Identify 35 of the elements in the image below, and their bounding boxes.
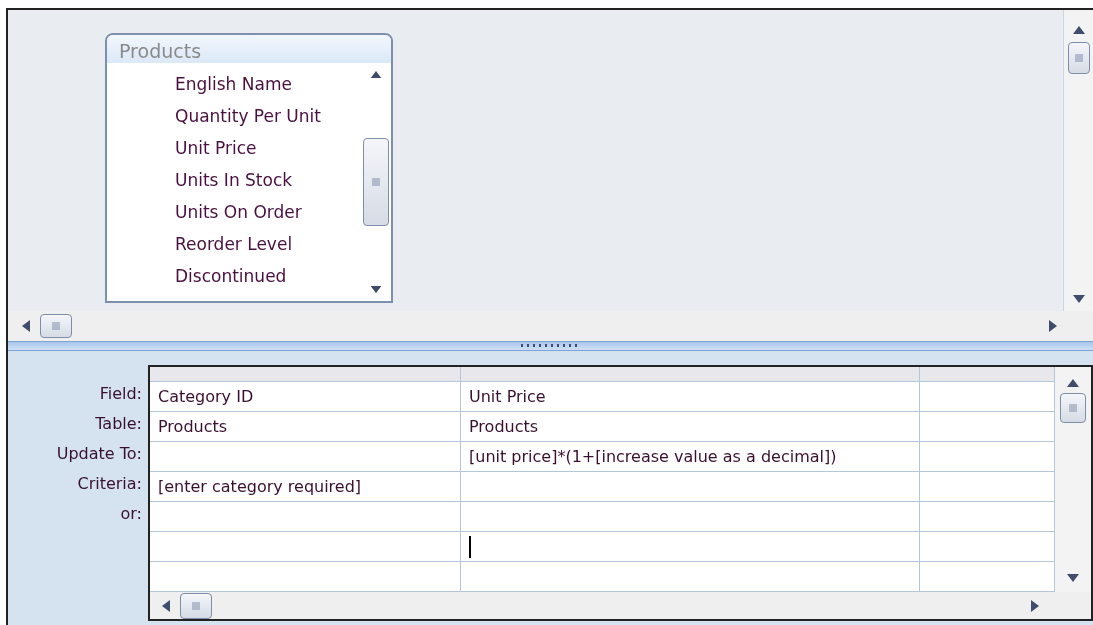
scroll-down-icon[interactable]	[1072, 295, 1085, 303]
scrollbar-thumb[interactable]	[1060, 393, 1086, 423]
row-label: Update To:	[56, 443, 142, 465]
grid-cell[interactable]: Unit Price	[469, 384, 546, 409]
scroll-left-icon[interactable]	[22, 320, 30, 332]
scroll-up-icon[interactable]	[370, 71, 382, 79]
row-label: Table:	[95, 413, 142, 435]
table-title: Products	[107, 35, 391, 63]
field-name[interactable]: Discontinued	[175, 263, 361, 290]
grid-cell[interactable]: [enter category required]	[158, 474, 362, 499]
grid-cell[interactable]: [unit price]*(1+[increase value as a decimal])	[469, 444, 837, 469]
scroll-down-icon[interactable]	[1067, 574, 1079, 582]
scroll-left-icon[interactable]	[162, 599, 170, 612]
scrollbar-thumb[interactable]	[363, 138, 389, 226]
scrollbar-thumb[interactable]	[1067, 42, 1090, 74]
grid-cell[interactable]: Category ID	[158, 384, 254, 409]
scroll-down-icon[interactable]	[370, 285, 382, 293]
field-name[interactable]: Units On Order	[175, 199, 361, 226]
field-name[interactable]: Unit Price	[175, 135, 361, 162]
field-name[interactable]: Quantity Per Unit	[175, 103, 361, 130]
field-name[interactable]: English Name	[175, 71, 361, 98]
scroll-up-icon[interactable]	[1067, 379, 1079, 387]
row-label: or:	[120, 503, 142, 525]
text-cursor	[469, 535, 471, 558]
scroll-right-icon[interactable]	[1031, 599, 1039, 612]
scrollbar-thumb[interactable]	[40, 314, 72, 338]
field-name[interactable]: Units In Stock	[175, 167, 361, 194]
grid-cell[interactable]: Products	[158, 414, 228, 439]
scroll-right-icon[interactable]	[1049, 320, 1057, 332]
field-name[interactable]: Reorder Level	[175, 231, 361, 258]
row-label: Criteria:	[77, 473, 142, 495]
scroll-up-icon[interactable]	[1072, 26, 1085, 34]
grid-cell[interactable]: Products	[469, 414, 539, 439]
row-label: Field:	[99, 383, 142, 405]
scrollbar-thumb[interactable]	[180, 592, 212, 619]
